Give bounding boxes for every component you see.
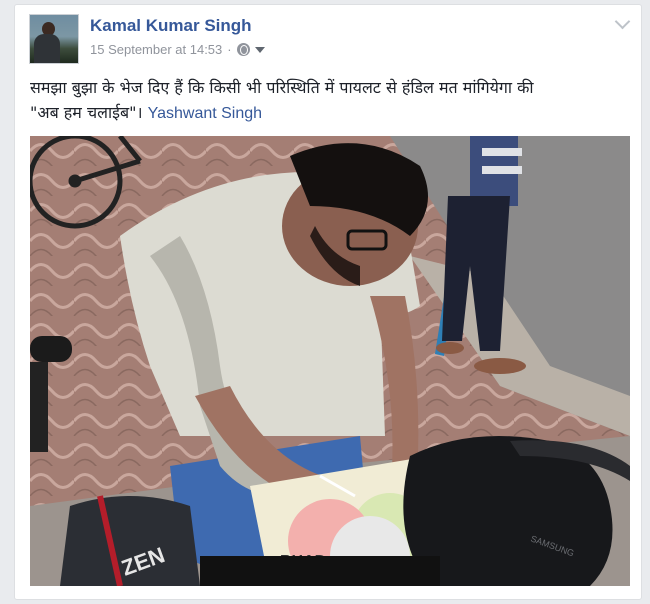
author-avatar[interactable] <box>29 14 79 64</box>
post-text-line-2-text: "अब हम चलाईब"। <box>30 103 148 122</box>
post-text: समझा बुझा के भेज दिए हैं कि किसी भी परिस… <box>30 75 628 126</box>
post-text-line-1: समझा बुझा के भेज दिए हैं कि किसी भी परिस… <box>30 78 534 97</box>
post-photo[interactable]: BHAD SAMSUNG ZEN <box>30 136 630 586</box>
chevron-down-icon[interactable] <box>614 13 631 30</box>
post-text-line-2: "अब हम चलाईब"। Yashwant Singh <box>30 100 628 126</box>
scooter-seat <box>200 556 440 586</box>
post-card: Kamal Kumar Singh 15 September at 14:53 … <box>14 4 642 600</box>
author-name-link[interactable]: Kamal Kumar Singh <box>90 16 252 36</box>
photo-illustration: BHAD SAMSUNG ZEN <box>30 136 630 586</box>
mention-link[interactable]: Yashwant Singh <box>148 105 262 122</box>
avatar-body <box>34 34 60 63</box>
post-timestamp-link[interactable]: 15 September at 14:53 <box>90 42 222 57</box>
globe-icon[interactable] <box>236 43 250 56</box>
post-meta: 15 September at 14:53 · <box>90 42 265 57</box>
caret-down-icon[interactable] <box>254 46 265 53</box>
meta-separator: · <box>227 42 232 57</box>
